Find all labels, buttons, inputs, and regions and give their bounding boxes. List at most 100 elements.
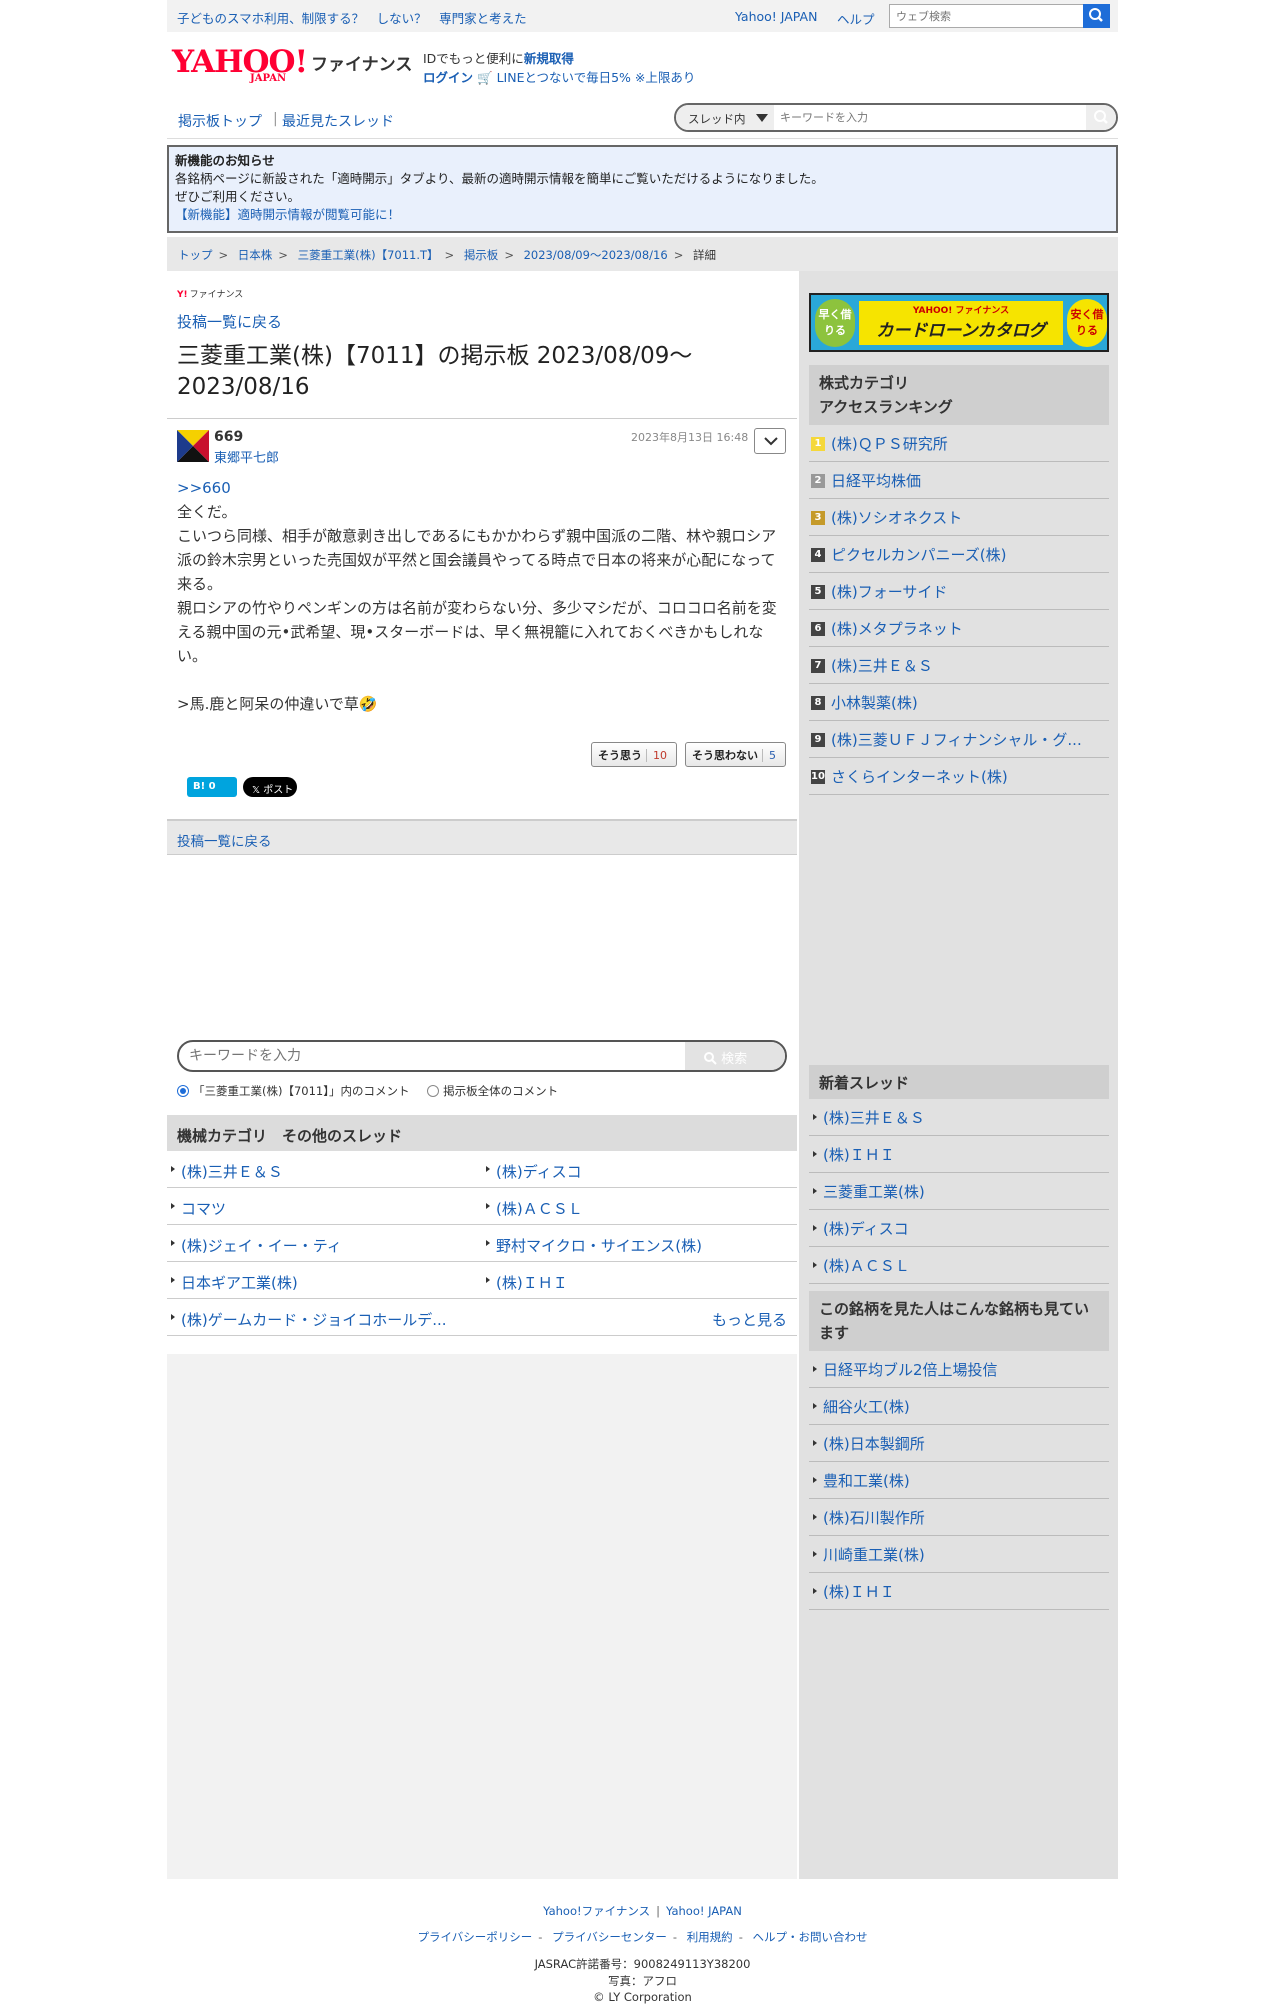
thread-search-button[interactable] [1086, 105, 1116, 130]
radio-all-label: 掲示板全体のコメント [443, 1084, 559, 1098]
back-to-list-link[interactable]: 投稿一覧に戻る [177, 311, 282, 332]
new-thread-item[interactable]: (株)ディスコ [809, 1210, 1109, 1247]
keyword-search: 検索 [177, 1040, 787, 1072]
new-thread-item[interactable]: (株)ＩＨＩ [809, 1136, 1109, 1173]
ranking-item[interactable]: 8 小林製薬(株) [809, 684, 1109, 721]
radio-thread[interactable] [177, 1085, 189, 1097]
rank-number: 5 [811, 585, 825, 599]
divider [167, 418, 797, 419]
category-thread-link[interactable]: コマツ [167, 1198, 467, 1219]
also-viewed-item[interactable]: (株)日本製鋼所 [809, 1425, 1109, 1462]
category-row: (株)ジェイ・イー・ティ 野村マイクロ・サイエンス(株) [167, 1225, 797, 1262]
web-search-input[interactable] [890, 5, 1084, 27]
category-thread-link[interactable]: 野村マイクロ・サイエンス(株) [482, 1235, 702, 1256]
also-viewed-item[interactable]: 日経平均ブル2倍上場投信 [809, 1351, 1109, 1388]
ranking-item[interactable]: 2 日経平均株価 [809, 462, 1109, 499]
ranking-item[interactable]: 6 (株)メタプラネット [809, 610, 1109, 647]
agree-button[interactable]: そう思う 10 [591, 742, 677, 767]
post-area: Y! ファイナンス 投稿一覧に戻る 三菱重工業(株)【7011】の掲示板 2023… [167, 271, 797, 1354]
footer-finance-link[interactable]: Yahoo!ファイナンス [543, 1904, 650, 1918]
ranking-header: 株式カテゴリ アクセスランキング [809, 365, 1109, 425]
category-thread-link[interactable]: (株)ＡＣＳＬ [482, 1198, 583, 1219]
banner-title: カードローンカタログ [876, 321, 1046, 341]
web-search-button[interactable] [1083, 4, 1110, 28]
ranking-item[interactable]: 4 ピクセルカンパニーズ(株) [809, 536, 1109, 573]
footer: Yahoo!ファイナンス | Yahoo! JAPAN プライバシーポリシー - プラ… [167, 1900, 1118, 2004]
breadcrumb-stock[interactable]: 三菱重工業(株)【7011.T】 [298, 248, 439, 262]
breadcrumb-sep: > [504, 248, 514, 262]
footer-yj-link[interactable]: Yahoo! JAPAN [666, 1904, 742, 1918]
also-viewed-item[interactable]: 細谷火工(株) [809, 1388, 1109, 1425]
thread-search-input[interactable] [780, 105, 1080, 130]
notice-body: 各銘柄ページに新設された「適時開示」タブより、最新の適時開示情報を簡単にご覧いた… [175, 171, 824, 186]
category-thread-link[interactable]: (株)ディスコ [482, 1161, 582, 1182]
ranking-item[interactable]: 7 (株)三井Ｅ＆Ｓ [809, 647, 1109, 684]
breadcrumb-sep: > [673, 248, 684, 262]
category-thread-link[interactable]: (株)三井Ｅ＆Ｓ [167, 1161, 467, 1182]
reply-ref-link[interactable]: >>660 [177, 479, 231, 497]
recent-threads-link[interactable]: 最近見たスレッド [282, 111, 394, 131]
banner-right-badge: 安く借りる [1067, 299, 1107, 347]
new-thread-item[interactable]: 三菱重工業(株) [809, 1173, 1109, 1210]
new-thread-item[interactable]: (株)三井Ｅ＆Ｓ [809, 1099, 1109, 1136]
board-top-link[interactable]: 掲示板トップ [178, 111, 262, 131]
also-viewed-label: 日経平均ブル2倍上場投信 [813, 1361, 998, 1379]
help-contact-link[interactable]: ヘルプ・お問い合わせ [753, 1930, 868, 1944]
new-thread-item[interactable]: (株)ＡＣＳＬ [809, 1247, 1109, 1284]
notice-body-2: ぜひご利用ください。 [175, 189, 301, 204]
category-thread-link[interactable]: 日本ギア工業(株) [167, 1272, 467, 1293]
banner-center: YAHOO! ファイナンス カードローンカタログ [859, 301, 1063, 345]
author-link[interactable]: 東郷平七郎 [214, 447, 279, 466]
ranking-item-label: 日経平均株価 [831, 472, 922, 490]
yf-label: ファイナンス [189, 290, 244, 300]
post-menu-button[interactable] [754, 428, 786, 454]
yahoo-logo[interactable]: YAHOO! JAPAN [172, 47, 312, 85]
x-post-button[interactable]: 𝕏 ポスト [243, 777, 297, 797]
breadcrumb-period[interactable]: 2023/08/09〜2023/08/16 [524, 248, 668, 262]
signup-link[interactable]: 新規取得 [524, 51, 574, 66]
category-thread-link[interactable]: (株)ＩＨＩ [482, 1272, 568, 1293]
avatar[interactable] [177, 430, 209, 462]
also-viewed-item[interactable]: 豊和工業(株) [809, 1462, 1109, 1499]
also-viewed-item[interactable]: (株)ＩＨＩ [809, 1573, 1109, 1610]
terms-link[interactable]: 利用規約 [687, 1930, 733, 1944]
hatena-bookmark-button[interactable]: B! 0 [187, 777, 237, 797]
chevron-down-icon [756, 114, 768, 122]
ranking-item[interactable]: 10 さくらインターネット(株) [809, 758, 1109, 795]
new-thread-label: (株)ＡＣＳＬ [813, 1257, 910, 1275]
also-viewed-item[interactable]: 川崎重工業(株) [809, 1536, 1109, 1573]
also-viewed-label: (株)日本製鋼所 [813, 1435, 925, 1453]
help-link[interactable]: ヘルプ [837, 9, 875, 28]
keyword-search-button[interactable]: 検索 [685, 1042, 785, 1070]
back-to-list-bar[interactable]: 投稿一覧に戻る [167, 819, 797, 855]
radio-all[interactable] [427, 1085, 440, 1097]
login-link[interactable]: ログイン [423, 70, 473, 85]
search-scope-select[interactable]: スレッド内 [676, 105, 774, 130]
more-threads-link[interactable]: もっと見る [712, 1309, 787, 1330]
ranking-item[interactable]: 3 (株)ソシオネクスト [809, 499, 1109, 536]
yahoo-japan-link[interactable]: Yahoo! JAPAN [735, 9, 817, 24]
card-loan-banner[interactable]: 早く借りる YAHOO! ファイナンス カードローンカタログ 安く借りる [809, 293, 1109, 352]
line-link[interactable]: LINEとつないで毎日5% ※上限あり [497, 70, 696, 85]
category-thread-link[interactable]: (株)ジェイ・イー・ティ [167, 1235, 467, 1256]
also-viewed-item[interactable]: (株)石川製作所 [809, 1499, 1109, 1536]
search-scope-label: スレッド内 [688, 112, 746, 126]
notice-link[interactable]: 【新機能】適時開示情報が閲覧可能に！ [175, 207, 400, 222]
post-line: 親ロシアの竹やりペンギンの方は名前が変わらない分、多少マシだが、コロコロ名前を変… [177, 599, 777, 665]
breadcrumb-board[interactable]: 掲示板 [464, 248, 499, 262]
breadcrumb-top[interactable]: トップ [178, 248, 213, 262]
ranking-item[interactable]: 9 (株)三菱ＵＦＪフィナンシャル・グ... [809, 721, 1109, 758]
ranking-item[interactable]: 1 (株)ＱＰＳ研究所 [809, 425, 1109, 462]
also-viewed-label: (株)ＩＨＩ [813, 1583, 895, 1601]
ranking-item-label: (株)ソシオネクスト [831, 509, 963, 527]
breadcrumb-jp-stock[interactable]: 日本株 [238, 248, 273, 262]
privacy-center-link[interactable]: プライバシーセンター [552, 1930, 667, 1944]
keyword-search-input[interactable] [189, 1042, 669, 1070]
category-thread-link[interactable]: (株)ゲームカード・ジョイコホールデ... [167, 1309, 467, 1330]
promo-link[interactable]: 子どものスマホ利用、制限する？ しない？ 専門家と考えた [177, 8, 527, 27]
ranking-item-label: さくらインターネット(株) [831, 768, 1008, 786]
disagree-button[interactable]: そう思わない 5 [685, 742, 786, 767]
ranking-item[interactable]: 5 (株)フォーサイド [809, 573, 1109, 610]
board-nav: 掲示板トップ | 最近見たスレッド スレッド内 [167, 97, 1118, 139]
privacy-policy-link[interactable]: プライバシーポリシー [418, 1930, 533, 1944]
